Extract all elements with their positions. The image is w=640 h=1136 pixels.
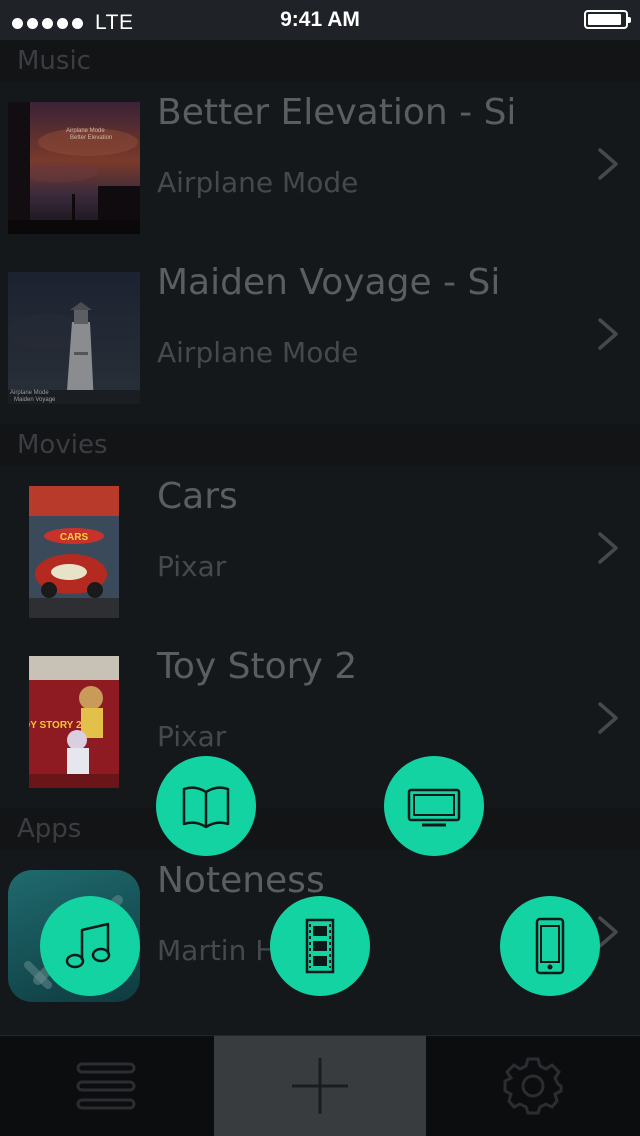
list-item-music-1[interactable]: Airplane Mode Better Elevation Better El… xyxy=(0,82,640,252)
chevron-right-icon xyxy=(598,148,618,180)
item-title: Cars xyxy=(157,476,238,517)
phone-icon xyxy=(535,917,565,975)
fab-books-button[interactable] xyxy=(156,756,256,856)
poster-text: CARS xyxy=(60,532,89,543)
item-subtitle: Airplane Mode xyxy=(157,166,359,199)
tab-settings[interactable] xyxy=(427,1036,640,1136)
list-item-music-2[interactable]: Airplane Mode Maiden Voyage Maiden Voyag… xyxy=(0,252,640,422)
list-item-movie-2[interactable]: TOY STORY 2 Toy Story 2 Pixar xyxy=(0,636,640,806)
item-subtitle: Pixar xyxy=(157,720,227,753)
fab-movies-button[interactable] xyxy=(270,896,370,996)
list-item-movie-1[interactable]: CARS Cars Pixar xyxy=(0,466,640,636)
album-art: Airplane Mode Maiden Voyage xyxy=(8,272,140,404)
poster-text: TOY STORY 2 xyxy=(29,720,82,731)
svg-text:Airplane Mode: Airplane Mode xyxy=(10,390,49,396)
item-subtitle: Martin H xyxy=(157,934,277,967)
fab-tv-button[interactable] xyxy=(384,756,484,856)
item-subtitle: Airplane Mode xyxy=(157,336,359,369)
film-strip-icon xyxy=(305,918,335,974)
section-header-music: Music xyxy=(0,40,640,82)
tab-add[interactable] xyxy=(214,1036,426,1136)
music-note-icon xyxy=(65,922,111,969)
battery-level xyxy=(588,14,622,25)
movie-poster: CARS xyxy=(29,486,119,618)
clock: 9:41 AM xyxy=(280,8,360,31)
chevron-right-icon xyxy=(598,702,618,734)
album-art: Airplane Mode Better Elevation xyxy=(8,102,140,234)
item-title: Maiden Voyage - Si xyxy=(157,262,501,303)
svg-text:Better Elevation: Better Elevation xyxy=(70,135,112,141)
battery-icon xyxy=(584,10,631,29)
tab-bar xyxy=(0,1035,640,1136)
item-title: Better Elevation - Si xyxy=(157,92,517,133)
hamburger-menu-icon xyxy=(76,1062,136,1110)
item-subtitle: Pixar xyxy=(157,550,227,583)
fab-music-button[interactable] xyxy=(40,896,140,996)
status-bar: LTE 9:41 AM xyxy=(0,0,640,40)
gear-icon xyxy=(503,1057,563,1115)
section-header-apps: Apps xyxy=(0,808,640,850)
app-screen: LTE 9:41 AM Music Airplane Mode Better E… xyxy=(0,0,640,1136)
movie-poster: TOY STORY 2 xyxy=(29,656,119,788)
item-title: Noteness xyxy=(157,860,325,901)
fab-apps-button[interactable] xyxy=(500,896,600,996)
tab-menu[interactable] xyxy=(0,1036,213,1136)
svg-text:Airplane Mode: Airplane Mode xyxy=(66,128,105,134)
section-header-movies: Movies xyxy=(0,424,640,466)
chevron-right-icon xyxy=(598,532,618,564)
book-icon xyxy=(182,786,230,829)
chevron-right-icon xyxy=(598,318,618,350)
plus-icon xyxy=(292,1058,348,1114)
svg-text:Maiden Voyage: Maiden Voyage xyxy=(14,397,56,403)
item-title: Toy Story 2 xyxy=(157,646,358,687)
tv-icon xyxy=(407,788,461,827)
